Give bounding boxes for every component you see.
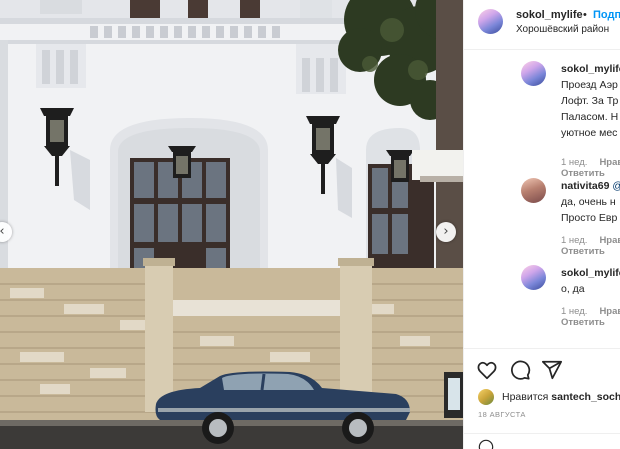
separator-dot: • <box>583 9 587 21</box>
comment-likes[interactable]: Нрав <box>599 157 620 168</box>
comment-text: nativita69 @ да, очень н Просто Евр <box>561 178 620 226</box>
comment-line: о, да <box>561 283 585 295</box>
comment-time: 1 нед. <box>561 157 588 168</box>
liked-by-prefix: Нравится <box>502 391 549 403</box>
reply-button[interactable]: Ответить <box>561 317 605 328</box>
liked-by-user[interactable]: santech_sochi <box>551 391 620 403</box>
post-panel: sokol_mylife • Подпи Хорошёвский район s… <box>463 0 620 449</box>
location-link[interactable]: Хорошёвский район <box>516 24 609 35</box>
comment-line: Просто Евр <box>561 212 618 224</box>
comment-line: Проезд Аэр <box>561 79 618 91</box>
emoji-icon[interactable] <box>478 439 494 449</box>
comment-line: Лофт. За Тр <box>561 95 619 107</box>
comment-mention[interactable]: @ <box>612 180 620 192</box>
avatar[interactable] <box>478 389 494 405</box>
comment-text: sokol_mylife о, да <box>561 265 620 297</box>
avatar[interactable] <box>521 61 546 86</box>
avatar[interactable] <box>521 265 546 290</box>
reply-button[interactable]: Ответить <box>561 246 605 257</box>
comment-username[interactable]: sokol_mylife <box>561 267 620 279</box>
avatar[interactable] <box>521 178 546 203</box>
post-date: 18 августа <box>478 410 526 419</box>
comment-likes[interactable]: Нрав <box>599 306 620 317</box>
add-comment-row <box>464 433 620 449</box>
heart-icon[interactable] <box>476 359 498 381</box>
comment-time: 1 нед. <box>561 235 588 246</box>
comment-username[interactable]: nativita69 <box>561 180 609 192</box>
liked-by-row: Нравится santech_sochi <box>478 389 620 407</box>
comment-line: уютное мес <box>561 127 618 139</box>
follow-button[interactable]: Подпи <box>593 9 620 21</box>
comment-line: Паласом. Н <box>561 111 619 123</box>
comment-icon[interactable] <box>509 359 531 381</box>
chevron-right-icon[interactable]: › <box>436 222 456 242</box>
post-header: sokol_mylife • Подпи Хорошёвский район <box>464 0 620 50</box>
comment-meta: 1 нед. Нрав <box>561 157 620 168</box>
author-username[interactable]: sokol_mylife <box>516 9 583 21</box>
comment-text: sokol_mylife Проезд Аэр Лофт. За Тр Пала… <box>561 61 620 141</box>
post-photo[interactable]: ‹ › <box>0 0 463 449</box>
comments-list[interactable]: sokol_mylife Проезд Аэр Лофт. За Тр Пала… <box>464 50 620 348</box>
comment-meta: 1 нед. Нрав <box>561 235 620 246</box>
comment-meta: 1 нед. Нрав <box>561 306 620 317</box>
photo-image <box>0 0 463 449</box>
comment-likes[interactable]: Нрав <box>599 235 620 246</box>
post-actions: Нравится santech_sochi 18 августа <box>464 348 620 449</box>
comment-username[interactable]: sokol_mylife <box>561 63 620 75</box>
share-icon[interactable] <box>541 359 563 381</box>
liked-by-text: Нравится santech_sochi <box>502 391 620 403</box>
avatar[interactable] <box>478 9 503 34</box>
comment-time: 1 нед. <box>561 306 588 317</box>
comment-line: да, очень н <box>561 196 616 208</box>
